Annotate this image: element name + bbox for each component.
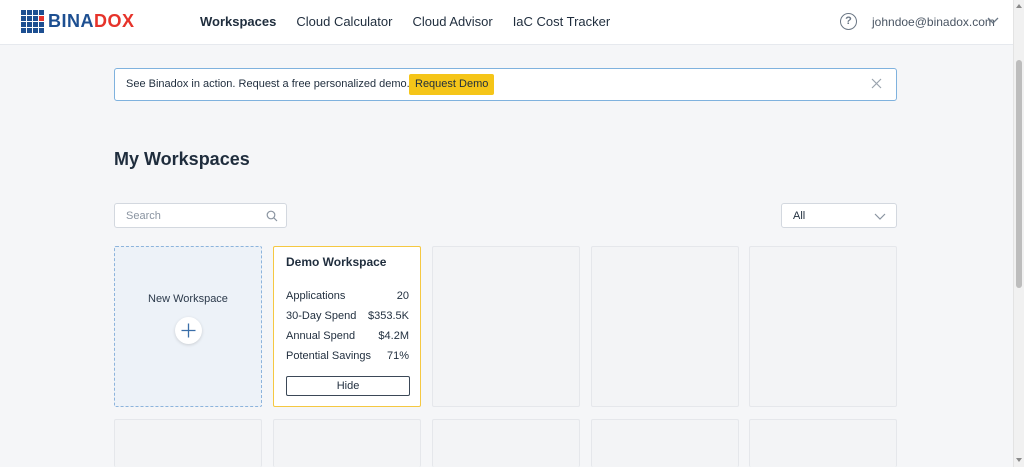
- search-icon[interactable]: [266, 210, 278, 222]
- request-demo-button[interactable]: Request Demo: [409, 74, 495, 95]
- stat-label: Applications: [286, 290, 346, 302]
- new-workspace-label: New Workspace: [148, 293, 228, 305]
- chevron-down-icon[interactable]: [987, 14, 999, 26]
- search-input[interactable]: [115, 204, 260, 227]
- filter-value: All: [793, 210, 806, 222]
- plus-icon: [181, 323, 196, 338]
- workspace-title: Demo Workspace: [286, 255, 387, 269]
- help-icon[interactable]: ?: [840, 13, 857, 30]
- nav-workspaces[interactable]: Workspaces: [200, 14, 276, 29]
- stat-label: Annual Spend: [286, 330, 356, 342]
- binadox-logo[interactable]: BINADOX: [21, 10, 135, 33]
- stat-value: $4.2M: [378, 330, 409, 342]
- workspace-placeholder-card: [432, 419, 580, 467]
- workspace-placeholder-card: [749, 419, 897, 467]
- scroll-down-arrow-icon[interactable]: [1016, 458, 1022, 462]
- scroll-up-arrow-icon[interactable]: [1016, 4, 1022, 8]
- page-scrollbar[interactable]: [1013, 0, 1024, 467]
- new-workspace-card[interactable]: New Workspace: [114, 246, 262, 407]
- stat-value: 20: [396, 290, 409, 302]
- nav-iac-cost-tracker[interactable]: IaC Cost Tracker: [513, 14, 611, 29]
- stat-value: 71%: [386, 350, 409, 362]
- workspace-placeholder-card: [749, 246, 897, 407]
- page-title: My Workspaces: [114, 149, 250, 169]
- chevron-down-icon: [874, 213, 886, 220]
- workspace-placeholder-card: [114, 419, 262, 467]
- user-email[interactable]: johndoe@binadox.com: [872, 15, 995, 29]
- demo-banner: See Binadox in action. Request a free pe…: [114, 68, 897, 101]
- stat-label: Potential Savings: [286, 350, 371, 362]
- main-nav: Workspaces Cloud Calculator Cloud Adviso…: [200, 14, 630, 29]
- demo-workspace-card[interactable]: Demo Workspace Applications 20 30-Day Sp…: [273, 246, 421, 407]
- add-workspace-button[interactable]: [175, 317, 202, 344]
- workspace-filter-select[interactable]: All: [781, 203, 897, 228]
- nav-cloud-calculator[interactable]: Cloud Calculator: [296, 14, 392, 29]
- scroll-thumb[interactable]: [1016, 60, 1022, 288]
- hide-workspace-button[interactable]: Hide: [286, 376, 410, 396]
- nav-cloud-advisor[interactable]: Cloud Advisor: [412, 14, 492, 29]
- workspace-placeholder-card: [591, 419, 739, 467]
- workspace-placeholder-card: [591, 246, 739, 407]
- top-header: BINADOX Workspaces Cloud Calculator Clou…: [0, 0, 1013, 45]
- close-icon[interactable]: [871, 78, 882, 89]
- stat-label: 30-Day Spend: [286, 310, 357, 322]
- workspace-placeholder-card: [432, 246, 580, 407]
- stat-value: $353.5K: [368, 310, 409, 322]
- workspace-placeholder-card: [273, 419, 421, 467]
- logo-grid-icon: [21, 10, 44, 33]
- logo-wordmark: BINADOX: [48, 11, 135, 31]
- banner-text: See Binadox in action. Request a free pe…: [126, 78, 410, 90]
- search-box: [114, 203, 287, 228]
